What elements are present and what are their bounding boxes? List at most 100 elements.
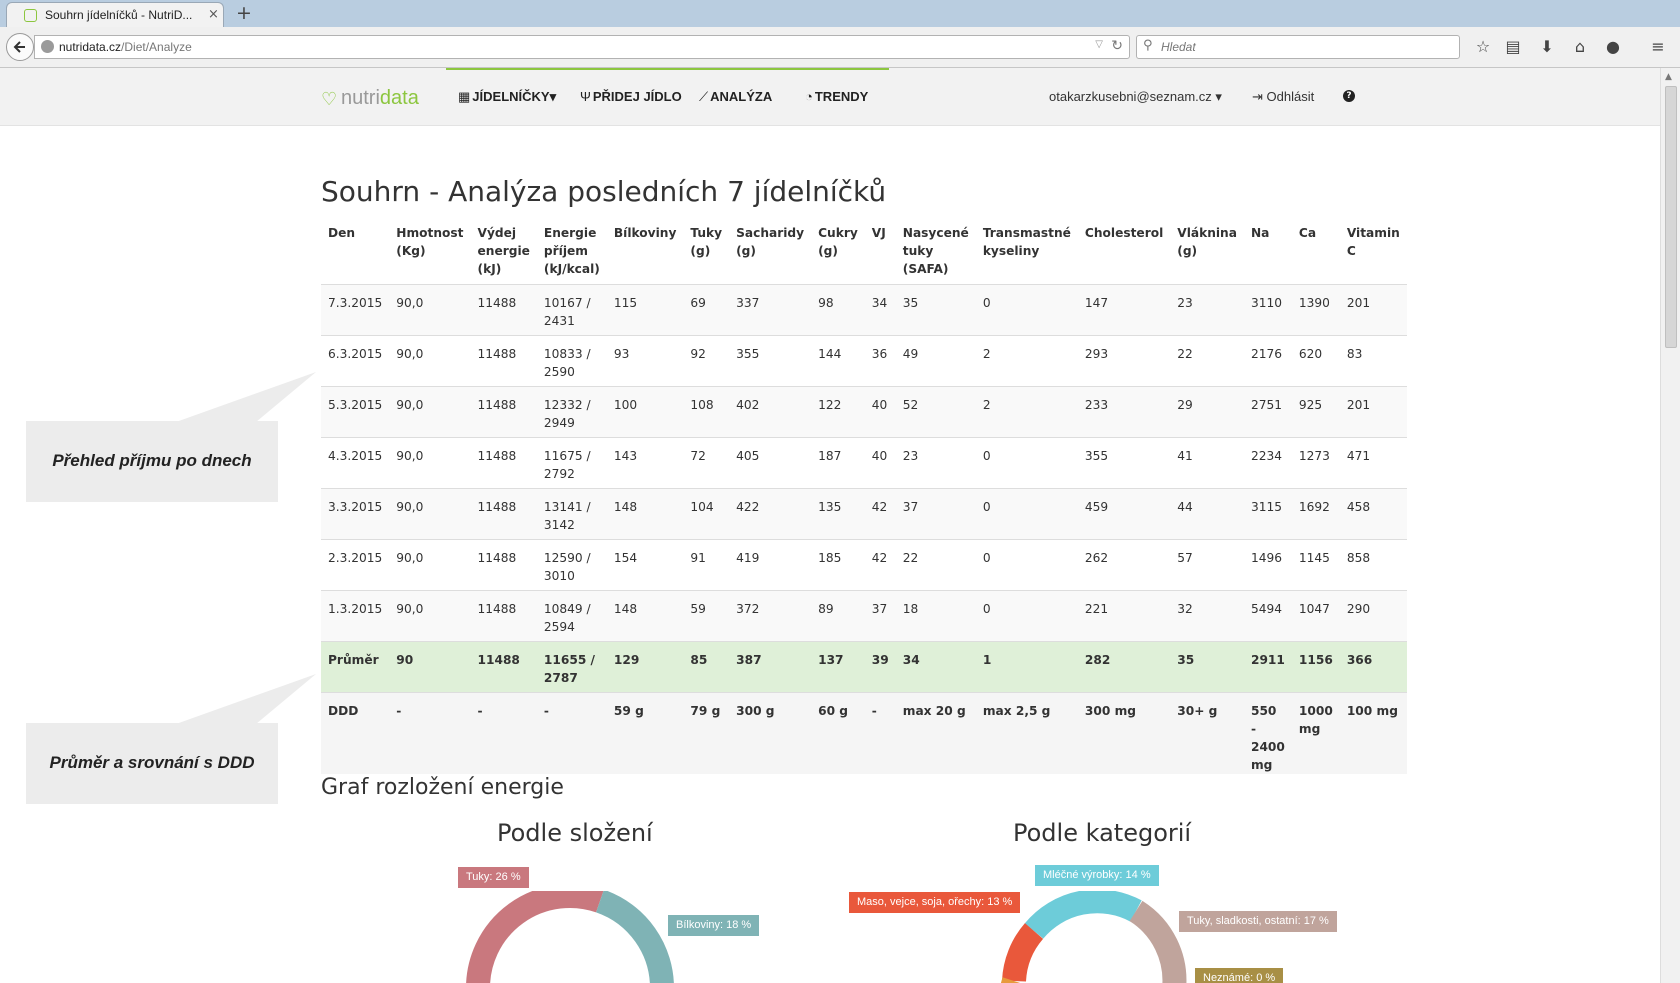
table-cell: 11488	[470, 488, 537, 540]
table-cell: 3115	[1243, 488, 1292, 540]
callout-daily-text: Přehled příjmu po dnech	[52, 451, 252, 470]
browser-toolbar: nutridata.cz/Diet/Analyze ▽ ↻ ⚲ Hledat ☆…	[0, 27, 1680, 68]
table-cell: 11488	[470, 386, 537, 438]
callout-tail	[176, 372, 316, 422]
table-cell: 1000 mg	[1291, 692, 1340, 774]
table-cell: 471	[1339, 437, 1407, 489]
user-menu[interactable]: otakarzkusebni@seznam.cz ▾	[1049, 89, 1222, 105]
table-cell: 233	[1077, 386, 1171, 438]
table-row: 2.3.2015 90,0 11488 12590 / 3010 154 91 419 185…	[321, 539, 1407, 591]
table-cell: 18	[895, 590, 976, 642]
url-text[interactable]: nutridata.cz/Diet/Analyze	[59, 40, 192, 54]
table-cell: 148	[606, 488, 684, 540]
table-cell: 122	[811, 386, 865, 438]
table-cell: 10849 / 2594	[536, 590, 607, 642]
table-cell: -	[536, 692, 607, 774]
table-cell: 11655 / 2787	[536, 641, 607, 693]
table-cell: 262	[1077, 539, 1171, 591]
categories-donut-chart	[1000, 891, 1187, 983]
caret-down-icon: ▾	[1215, 89, 1222, 104]
table-cell: 187	[811, 437, 865, 489]
url-bar[interactable]: nutridata.cz/Diet/Analyze ▽ ↻	[34, 35, 1130, 59]
heart-logo-icon: ♡	[321, 89, 338, 110]
column-header: Tuky (g)	[683, 216, 730, 285]
globe-icon	[41, 40, 54, 53]
table-cell: 32	[1170, 590, 1244, 642]
new-tab-button[interactable]: +	[236, 2, 252, 24]
table-cell: 282	[1077, 641, 1171, 693]
nav-trends[interactable]: ◔ TRENDY	[805, 89, 868, 104]
table-cell: 137	[811, 641, 865, 693]
history-dropdown-icon[interactable]: ▽	[1095, 39, 1103, 50]
search-icon: ⚲	[1143, 38, 1153, 53]
home-icon[interactable]: ⌂	[1569, 36, 1591, 58]
table-cell: 0	[975, 539, 1078, 591]
chat-icon[interactable]: ●	[1602, 36, 1624, 58]
nav-diets[interactable]: ▦ JÍDELNÍČKY▾	[458, 89, 556, 105]
column-header: Transmastné kyseliny	[975, 216, 1078, 285]
table-cell: 34	[864, 284, 896, 336]
table-cell: 1390	[1291, 284, 1340, 336]
table-cell: 11675 / 2792	[536, 437, 607, 489]
table-cell: 2176	[1243, 335, 1292, 387]
table-cell: 154	[606, 539, 684, 591]
nav-analysis[interactable]: ⟋ ANALÝZA	[699, 89, 772, 105]
table-cell: 49	[895, 335, 976, 387]
table-cell: 90	[389, 641, 471, 693]
search-bar[interactable]: ⚲ Hledat	[1136, 35, 1460, 59]
cutlery-icon: Ψ	[580, 89, 591, 104]
table-cell: 35	[1170, 641, 1244, 693]
table-cell: 36	[864, 335, 896, 387]
logout-link[interactable]: ⇥ Odhlásit	[1252, 89, 1314, 105]
categories-chart-title: Podle kategorií	[1013, 819, 1192, 847]
average-row: Průměr 90 11488 11655 / 2787 129 85 387 137 39 34…	[321, 641, 1407, 693]
table-cell: 79 g	[683, 692, 730, 774]
table-cell: 42	[864, 488, 896, 540]
line-chart-icon: ⟋	[699, 89, 709, 104]
chart-segment-meat	[1002, 923, 1044, 983]
scroll-up-arrow-icon[interactable]: ▲	[1665, 72, 1672, 82]
table-cell: 185	[811, 539, 865, 591]
table-cell: 372	[729, 590, 812, 642]
table-cell: 40	[864, 437, 896, 489]
table-cell: 3.3.2015	[321, 488, 390, 540]
chart-label-protein: Bílkoviny: 18 %	[668, 915, 760, 936]
bookmark-star-icon[interactable]: ☆	[1472, 36, 1494, 58]
table-cell: 91	[683, 539, 730, 591]
table-cell: 35	[895, 284, 976, 336]
table-cell: 550 - 2400 mg	[1243, 692, 1292, 774]
download-icon[interactable]: ⬇	[1536, 36, 1558, 58]
table-cell: 30+ g	[1170, 692, 1244, 774]
table-cell: 402	[729, 386, 812, 438]
chart-label-fat: Tuky: 26 %	[458, 867, 529, 888]
table-cell: 72	[683, 437, 730, 489]
table-cell: 90,0	[389, 437, 471, 489]
page-title: Souhrn - Analýza posledních 7 jídelníčků	[321, 175, 887, 208]
page-scrollbar[interactable]: ▲	[1660, 68, 1680, 983]
browser-tab[interactable]: Souhrn jídelníčků - NutriD... ×	[6, 2, 224, 28]
close-tab-icon[interactable]: ×	[208, 7, 219, 22]
scroll-thumb[interactable]	[1665, 86, 1677, 348]
table-cell: 2751	[1243, 386, 1292, 438]
column-header: Cholesterol	[1077, 216, 1171, 285]
callout-daily-overview: Přehled příjmu po dnech	[26, 372, 316, 502]
back-button[interactable]	[6, 33, 34, 61]
table-cell: 37	[864, 590, 896, 642]
table-cell: 355	[1077, 437, 1171, 489]
reload-icon[interactable]: ↻	[1111, 38, 1123, 54]
table-cell: 11488	[470, 335, 537, 387]
chart-label-dairy: Mléčné výrobky: 14 %	[1035, 865, 1159, 886]
table-cell: 92	[683, 335, 730, 387]
chart-segment-protein	[595, 891, 674, 983]
page-viewport: ♡ nutridata ▦ JÍDELNÍČKY▾ Ψ PŘIDEJ JÍDLO ⟋…	[0, 68, 1660, 983]
chart-label-unknown: Neznámé: 0 %	[1195, 968, 1284, 983]
table-cell: 0	[975, 488, 1078, 540]
nav-add-food[interactable]: Ψ PŘIDEJ JÍDLO	[580, 89, 682, 104]
table-cell: 293	[1077, 335, 1171, 387]
help-icon[interactable]: ?	[1343, 90, 1355, 102]
reading-list-icon[interactable]: ▤	[1502, 36, 1524, 58]
menu-icon[interactable]: ≡	[1647, 36, 1669, 58]
search-placeholder: Hledat	[1161, 40, 1196, 54]
table-cell: 59 g	[606, 692, 684, 774]
table-cell: 1692	[1291, 488, 1340, 540]
